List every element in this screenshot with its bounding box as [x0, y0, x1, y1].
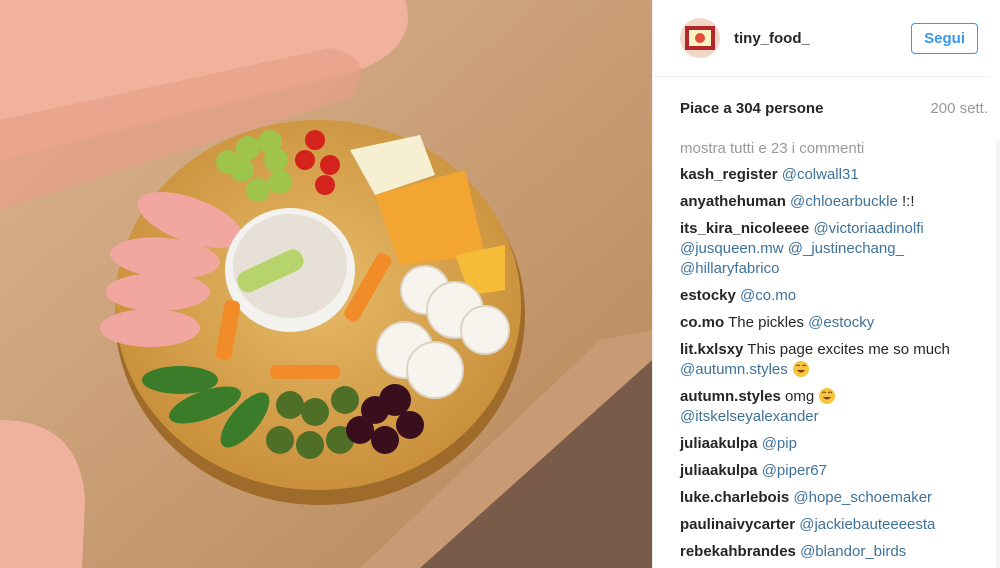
comment-author[interactable]: estocky	[680, 287, 736, 304]
comment-mention[interactable]: @estocky	[808, 314, 874, 331]
comment-item: rebekahbrandes @blandor_birds	[680, 542, 988, 562]
comment-author[interactable]: co.mo	[680, 314, 724, 331]
comment-item: juliaakulpa @pip	[680, 434, 988, 454]
face-with-tears-of-joy-icon	[819, 388, 836, 404]
comment-mention[interactable]: @pip	[762, 435, 797, 452]
comment-author[interactable]: paulinaivycarter	[680, 516, 795, 533]
comment-item: kash_register @colwall31	[680, 165, 988, 185]
username[interactable]: tiny_food_	[734, 30, 911, 47]
avatar[interactable]	[680, 18, 720, 58]
avatar-image	[680, 18, 720, 58]
comment-suffix: !:!	[897, 193, 915, 210]
comment-text: omg	[785, 388, 819, 405]
comment-author[interactable]: lit.kxlsxy	[680, 341, 743, 358]
comment-author[interactable]: kash_register	[680, 166, 778, 183]
comment-author[interactable]: juliaakulpa	[680, 435, 758, 452]
follow-button[interactable]: Segui	[911, 22, 978, 54]
comment-item: its_kira_nicoleeee @victoriaadinolfi @ju…	[680, 219, 988, 279]
comment-mention[interactable]: @hope_schoemaker	[793, 489, 932, 506]
comment-mention[interactable]: @autumn.styles	[680, 361, 788, 378]
comment-item: anyathehuman @chloearbuckle !:!	[680, 192, 988, 212]
comment-mention[interactable]: @piper67	[762, 462, 827, 479]
comment-text: The pickles	[728, 314, 809, 331]
post-header: tiny_food_ Segui	[653, 0, 990, 77]
comment-mention[interactable]: @blandor_birds	[800, 543, 906, 560]
post-photo[interactable]	[0, 0, 652, 568]
comment-item: estocky @co.mo	[680, 286, 988, 306]
comment-text: This page excites me so much	[747, 341, 950, 358]
comment-item: lit.kxlsxy This page excites me so much …	[680, 340, 988, 380]
post-modal: tiny_food_ Segui Piace a 304 persone 200…	[0, 0, 1000, 568]
show-all-comments-link[interactable]: mostra tutti e 23 i commenti	[680, 139, 988, 159]
face-with-tears-of-joy-icon	[792, 361, 809, 377]
likes-row: Piace a 304 persone 200 sett.	[653, 100, 1000, 117]
comment-author[interactable]: autumn.styles	[680, 388, 781, 405]
miniature-food-platter-image	[0, 0, 652, 568]
comment-item: paulinaivycarter @jackiebauteeeesta	[680, 515, 988, 535]
comment-mention[interactable]: @jackiebauteeeesta	[799, 516, 935, 533]
post-sidebar: tiny_food_ Segui Piace a 304 persone 200…	[652, 0, 1000, 568]
comment-author[interactable]: anyathehuman	[680, 193, 786, 210]
comment-item: juliaakulpa @piper67	[680, 461, 988, 481]
comment-mention[interactable]: @co.mo	[740, 287, 796, 304]
comment-mention[interactable]: @itskelseyalexander	[680, 408, 819, 425]
comment-author[interactable]: luke.charlebois	[680, 489, 789, 506]
comment-author[interactable]: rebekahbrandes	[680, 543, 796, 560]
likes-count[interactable]: Piace a 304 persone	[680, 100, 823, 117]
comments-list: mostra tutti e 23 i commenti kash_regist…	[653, 139, 1000, 562]
comment-mention[interactable]: @colwall31	[782, 166, 859, 183]
comment-author[interactable]: its_kira_nicoleeee	[680, 220, 809, 237]
comment-item: luke.charlebois @hope_schoemaker	[680, 488, 988, 508]
comments-scrollbar[interactable]	[996, 140, 1000, 568]
post-time: 200 sett.	[930, 100, 988, 117]
comment-mention[interactable]: @chloearbuckle	[790, 193, 898, 210]
comment-item: autumn.styles omg @itskelseyalexander	[680, 387, 988, 427]
comment-item: co.mo The pickles @estocky	[680, 313, 988, 333]
comment-author[interactable]: juliaakulpa	[680, 462, 758, 479]
